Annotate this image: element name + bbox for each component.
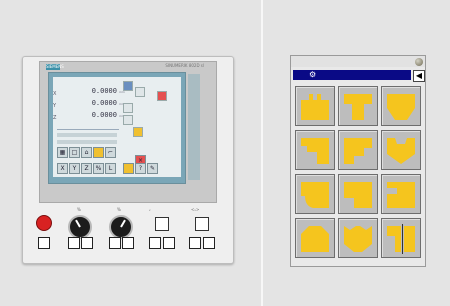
feed-plus-button[interactable] (81, 237, 93, 249)
tool-icon[interactable] (135, 87, 145, 97)
axis-label-z: Z (53, 115, 57, 121)
shape-icon (301, 182, 329, 208)
spindle-start-button[interactable] (155, 217, 169, 231)
screen-content: X 0.0000 mm Y 0.0000 mm Z 0.0000 mm ▦ □ … (53, 77, 181, 177)
tile-shape-v-cup[interactable] (381, 130, 421, 170)
softkey-axis-y[interactable]: Y (69, 163, 80, 174)
reset-button[interactable] (38, 237, 50, 249)
tile-shape-right-notch[interactable] (381, 174, 421, 214)
softkey-percent[interactable]: % (93, 163, 104, 174)
softkey-drill[interactable]: ⌐ (105, 147, 116, 158)
knob-pointer (120, 219, 126, 228)
feed-override-knob[interactable] (68, 215, 92, 239)
cycle-label: <ᵥ> (191, 207, 200, 212)
softkey-axis-z[interactable]: Z (81, 163, 92, 174)
softkey-cycle[interactable]: ⌂ (81, 147, 92, 158)
shape-icon (301, 94, 329, 120)
dro-divider (57, 129, 119, 130)
dro-value-x: 0.0000 (91, 87, 117, 95)
emergency-stop-button[interactable] (36, 215, 52, 231)
softkey-contour[interactable] (93, 147, 104, 158)
workpiece-icon[interactable] (133, 127, 143, 137)
brand-label: SIEMENS (46, 64, 64, 70)
shape-icon (301, 138, 329, 164)
dro-value-z: 0.0000 (91, 111, 117, 119)
feed-override-label: % (77, 207, 81, 212)
vertical-softkey-strip[interactable] (188, 74, 200, 180)
tile-shape-crown[interactable] (338, 218, 378, 258)
spindle-bar (57, 140, 117, 144)
single-block-button[interactable] (203, 237, 215, 249)
gear-icon: ⚙ (309, 70, 317, 79)
cycle-start-button[interactable] (195, 217, 209, 231)
tile-shape-round-notch[interactable] (295, 174, 335, 214)
cnc-panel-area: SIEMENS SINUMERIK 802D sl X 0.0000 mm Y … (0, 0, 262, 306)
status-indicator-icon (415, 58, 423, 66)
shape-icon (387, 138, 415, 164)
offset-icon[interactable] (123, 103, 133, 113)
tile-shape-step-right[interactable] (338, 130, 378, 170)
axis-label-x: X (53, 91, 57, 97)
spindle-left-button[interactable] (149, 237, 161, 249)
back-button[interactable]: ◀ (413, 70, 425, 82)
spindle-right-button[interactable] (163, 237, 175, 249)
shape-grid (295, 86, 421, 262)
measure-icon[interactable] (123, 115, 133, 125)
axis-label-y: Y (53, 103, 57, 109)
shape-icon (344, 138, 372, 164)
softkey-l[interactable]: L (105, 163, 116, 174)
spindle-label: ᵥ (149, 207, 151, 212)
dialog-title-bar: ⚙ (293, 70, 411, 80)
spindle-minus-button[interactable] (109, 237, 121, 249)
softkey-edit[interactable]: ✎ (147, 163, 158, 174)
shape-icon (301, 226, 329, 252)
model-label: SINUMERIK 802D sl (165, 63, 204, 68)
mode-icon[interactable] (123, 81, 133, 91)
softkey-shape[interactable] (123, 163, 134, 174)
tile-shape-cup[interactable] (381, 86, 421, 126)
shape-icon (344, 94, 372, 120)
shape-icon (344, 226, 372, 252)
cnc-control-panel: SIEMENS SINUMERIK 802D sl X 0.0000 mm Y … (22, 56, 234, 264)
tile-shape-rect-notched[interactable] (295, 86, 335, 126)
tool-menu (123, 81, 173, 137)
cut-icon[interactable] (157, 91, 167, 101)
shape-panel-area: ⚙ ◀ (263, 0, 450, 306)
tile-shape-house[interactable] (295, 218, 335, 258)
arrow-left-icon: ◀ (415, 71, 423, 80)
tile-shape-t-top[interactable] (338, 86, 378, 126)
knob-pointer (75, 219, 81, 228)
cycle-stop-button[interactable] (189, 237, 201, 249)
softkey-help[interactable]: ? (135, 163, 146, 174)
softkey-axis-x[interactable]: X (57, 163, 68, 174)
shape-icon (387, 182, 415, 208)
shape-icon (387, 224, 415, 254)
softkey-frame[interactable]: □ (69, 147, 80, 158)
spindle-override-label: % (117, 207, 121, 212)
tile-shape-right-angle[interactable] (338, 174, 378, 214)
feed-bar (57, 133, 117, 137)
dialog-header (291, 56, 425, 67)
tile-shape-step-left[interactable] (295, 130, 335, 170)
shape-icon (387, 94, 415, 120)
shape-selection-dialog: ⚙ ◀ (290, 55, 426, 267)
tile-shape-split[interactable] (381, 218, 421, 258)
dro-value-y: 0.0000 (91, 99, 117, 107)
spindle-override-knob[interactable] (109, 215, 133, 239)
shape-icon (344, 182, 372, 208)
spindle-plus-button[interactable] (122, 237, 134, 249)
cnc-screen[interactable]: X 0.0000 mm Y 0.0000 mm Z 0.0000 mm ▦ □ … (48, 72, 186, 184)
monitor-bezel: SIEMENS SINUMERIK 802D sl X 0.0000 mm Y … (39, 61, 217, 203)
feed-minus-button[interactable] (68, 237, 80, 249)
softkey-grid[interactable]: ▦ (57, 147, 68, 158)
